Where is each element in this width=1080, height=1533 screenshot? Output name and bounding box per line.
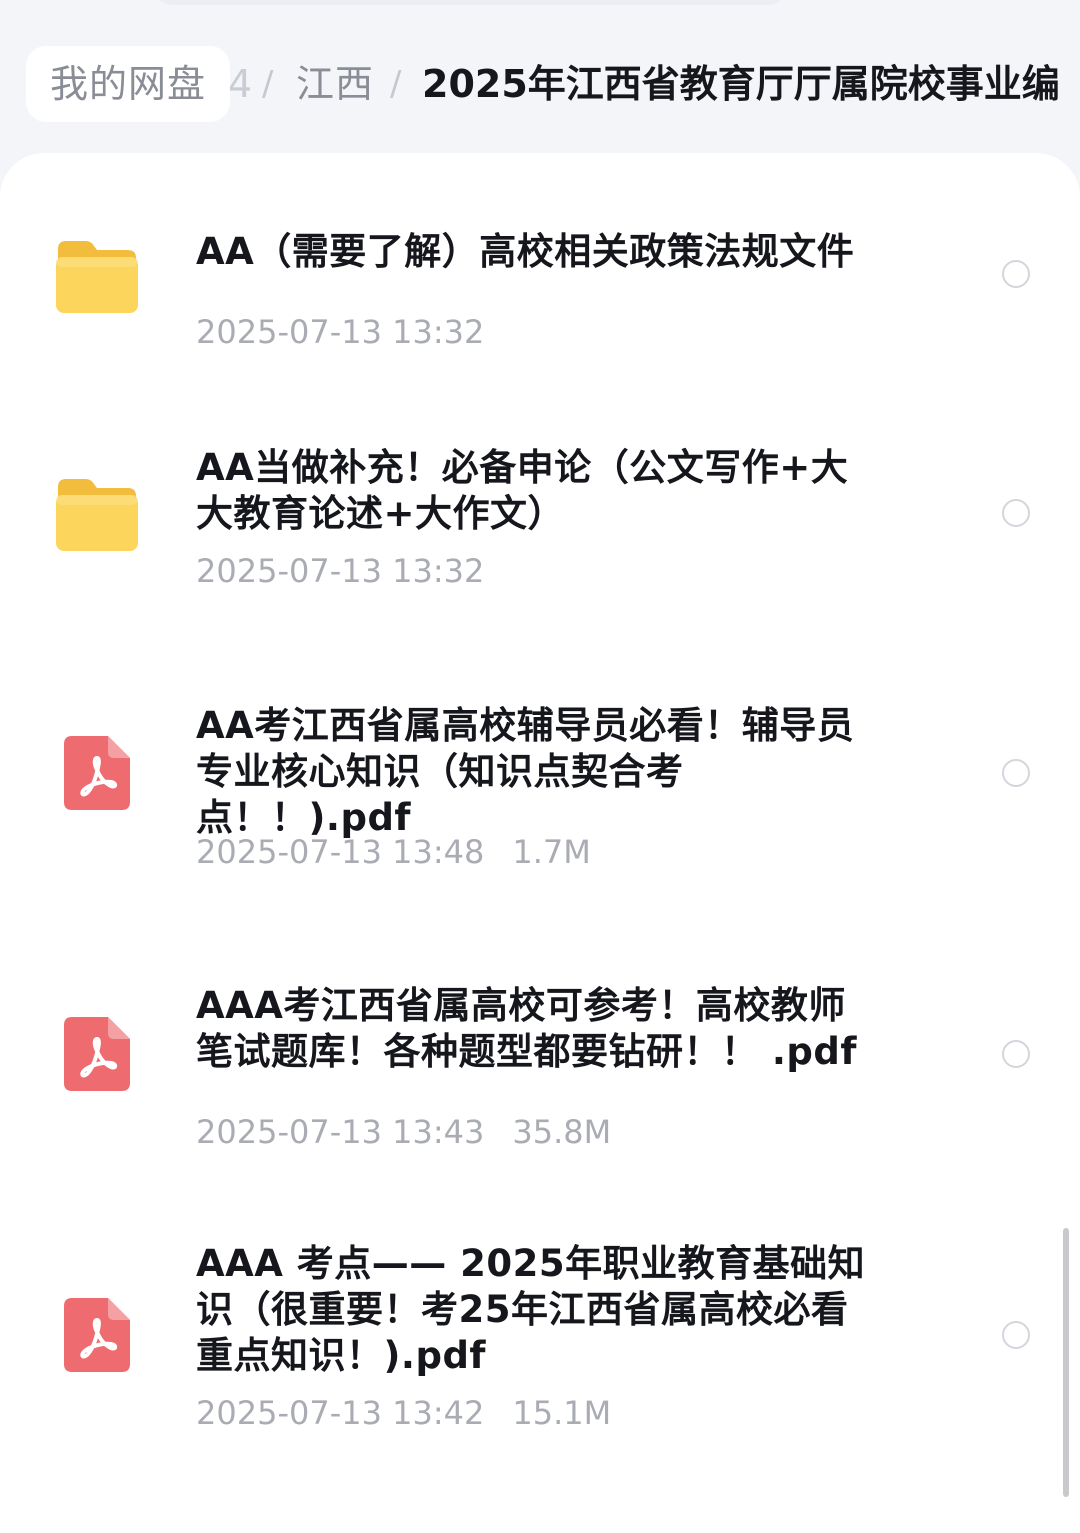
file-meta: 2025-07-13 13:48 1.7M bbox=[196, 832, 591, 872]
select-radio[interactable] bbox=[1002, 1040, 1030, 1068]
breadcrumb-current-folder: 2025年江西省教育厅厅属院校事业编 bbox=[422, 62, 1060, 106]
file-size: 15.1M bbox=[512, 1394, 612, 1432]
file-list-panel: AA（需要了解）高校相关政策法规文件 2025-07-13 13:32 AA当做… bbox=[0, 153, 1080, 1533]
breadcrumb-separator: / bbox=[262, 64, 274, 104]
file-name: AAA 考点—— 2025年职业教育基础知 识（很重要！考25年江西省属高校必看… bbox=[196, 1242, 866, 1377]
breadcrumb: 4 我的网盘 / 江西 / 2025年江西省教育厅厅属院校事业编 bbox=[0, 46, 1080, 122]
file-meta: 2025-07-13 13:43 35.8M bbox=[196, 1112, 611, 1152]
breadcrumb-root-my-drive[interactable]: 我的网盘 bbox=[26, 46, 230, 122]
select-radio[interactable] bbox=[1002, 759, 1030, 787]
folder-icon bbox=[56, 479, 138, 551]
select-radio[interactable] bbox=[1002, 499, 1030, 527]
file-date: 2025-07-13 13:32 bbox=[196, 313, 485, 351]
breadcrumb-separator: / bbox=[390, 64, 402, 104]
file-date: 2025-07-13 13:48 bbox=[196, 833, 485, 871]
select-radio[interactable] bbox=[1002, 1321, 1030, 1349]
file-date: 2025-07-13 13:42 bbox=[196, 1394, 485, 1432]
breadcrumb-hidden-fragment: 4 bbox=[228, 62, 253, 106]
file-list-item[interactable]: AA考江西省属高校辅导员必看！辅导员 专业核心知识（知识点契合考点！！).pdf… bbox=[0, 703, 1080, 873]
pdf-icon bbox=[64, 1017, 130, 1091]
file-list-item[interactable]: AAA考江西省属高校可参考！高校教师 笔试题库！各种题型都要钻研！！ .pdf … bbox=[0, 983, 1080, 1153]
file-name: AAA考江西省属高校可参考！高校教师 笔试题库！各种题型都要钻研！！ .pdf bbox=[196, 984, 858, 1073]
file-list-item[interactable]: AA当做补充！必备申论（公文写作+大 大教育论述+大作文） 2025-07-13… bbox=[0, 443, 1080, 603]
file-date: 2025-07-13 13:43 bbox=[196, 1113, 485, 1151]
file-name: AA考江西省属高校辅导员必看！辅导员 专业核心知识（知识点契合考点！！).pdf bbox=[196, 704, 855, 839]
folder-icon bbox=[56, 241, 138, 313]
file-list-item[interactable]: AAA 考点—— 2025年职业教育基础知 识（很重要！考25年江西省属高校必看… bbox=[0, 1241, 1080, 1441]
file-name: AA当做补充！必备申论（公文写作+大 大教育论述+大作文） bbox=[196, 446, 849, 535]
file-size: 1.7M bbox=[512, 833, 591, 871]
file-meta: 2025-07-13 13:32 bbox=[196, 551, 484, 591]
file-meta: 2025-07-13 13:32 bbox=[196, 312, 484, 352]
pdf-icon bbox=[64, 1298, 130, 1372]
search-bar-edge[interactable] bbox=[155, 0, 785, 5]
file-date: 2025-07-13 13:32 bbox=[196, 552, 485, 590]
scrollbar[interactable] bbox=[1063, 1228, 1069, 1497]
file-list-item[interactable]: AA（需要了解）高校相关政策法规文件 2025-07-13 13:32 bbox=[0, 225, 1080, 395]
file-size: 35.8M bbox=[512, 1113, 612, 1151]
breadcrumb-jiangxi[interactable]: 江西 bbox=[296, 46, 374, 122]
pdf-icon bbox=[64, 736, 130, 810]
select-radio[interactable] bbox=[1002, 260, 1030, 288]
file-meta: 2025-07-13 13:42 15.1M bbox=[196, 1393, 611, 1433]
file-name: AA（需要了解）高校相关政策法规文件 bbox=[196, 230, 855, 273]
